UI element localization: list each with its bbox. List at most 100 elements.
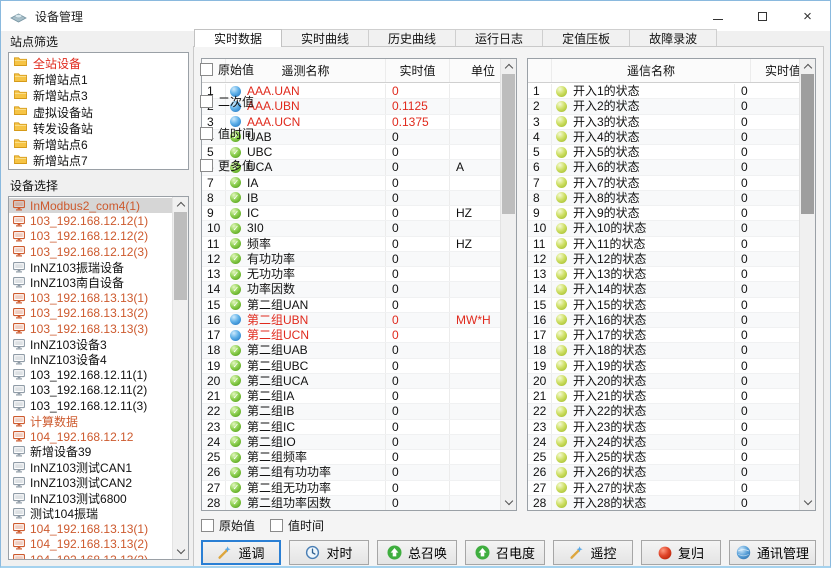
telesignal-value: 0 (741, 116, 748, 128)
scroll-down-button[interactable] (800, 495, 815, 510)
telemetry-filter-checkbox[interactable]: 值时间 (200, 125, 526, 142)
telesignal-row[interactable]: 11开入11的状态0 (528, 237, 799, 252)
command-button-5[interactable]: 遥控 (553, 540, 633, 565)
station-tree-item[interactable]: 新增站点3 (9, 88, 188, 104)
device-list-item[interactable]: InNZ103南自设备 (9, 275, 172, 290)
device-list-item[interactable]: InNZ103测试CAN2 (9, 475, 172, 490)
device-label: 104_192.168.12.12 (30, 430, 133, 444)
telesignal-value: 0 (741, 421, 748, 433)
command-button-6[interactable]: 复归 (641, 540, 721, 565)
device-list-item[interactable]: InModbus2_com4(1) (9, 198, 172, 213)
device-list-item[interactable]: InNZ103测试CAN1 (9, 460, 172, 475)
telesignal-row[interactable]: 7开入7的状态0 (528, 176, 799, 191)
lime-status-ball-icon (556, 330, 567, 341)
device-list-item[interactable]: 103_192.168.12.11(1) (9, 367, 172, 382)
telemetry-filter-checkbox[interactable]: 原始值 (200, 61, 526, 78)
telesignal-row[interactable]: 10开入10的状态0 (528, 221, 799, 236)
telesignal-row[interactable]: 16开入16的状态0 (528, 313, 799, 328)
lime-status-ball-icon (556, 192, 567, 203)
station-tree-item[interactable]: 新增站点6 (9, 136, 188, 152)
telesignal-value: 0 (741, 268, 748, 280)
telesignal-scrollbar[interactable] (799, 59, 815, 510)
telesignal-row[interactable]: 5开入5的状态0 (528, 145, 799, 160)
telemetry-filter-checkbox[interactable]: 更多值 (200, 157, 526, 174)
tab-1[interactable]: 实时数据 (194, 29, 282, 47)
maximize-button[interactable] (740, 1, 785, 31)
device-list-item[interactable]: 104_192.168.13.13(1) (9, 521, 172, 536)
telesignal-row[interactable]: 4开入4的状态0 (528, 130, 799, 145)
header-telesignal-name[interactable]: 遥信名称 (552, 59, 751, 82)
telesignal-row[interactable]: 3开入3的状态0 (528, 115, 799, 130)
device-list-item[interactable]: 测试104振瑞 (9, 506, 172, 521)
device-list-item[interactable]: 103_192.168.13.13(1) (9, 290, 172, 305)
tab-5[interactable]: 定值压板 (542, 29, 630, 47)
station-tree-item[interactable]: 虚拟设备站 (9, 104, 188, 120)
station-tree-item[interactable]: 新增站点7 (9, 153, 188, 169)
device-monitor-icon (13, 323, 25, 334)
telesignal-row[interactable]: 17开入17的状态0 (528, 328, 799, 343)
telesignal-row[interactable]: 21开入21的状态0 (528, 389, 799, 404)
scroll-up-button[interactable] (800, 59, 815, 74)
checkbox-box-icon (200, 63, 213, 76)
lime-status-ball-icon (556, 253, 567, 264)
telesignal-row[interactable]: 9开入9的状态0 (528, 206, 799, 221)
device-list-item[interactable]: InNZ103设备3 (9, 337, 172, 352)
telesignal-row[interactable]: 12开入12的状态0 (528, 252, 799, 267)
station-tree-item[interactable]: 转发设备站 (9, 120, 188, 136)
telesignal-row[interactable]: 20开入20的状态0 (528, 374, 799, 389)
telesignal-row[interactable]: 27开入27的状态0 (528, 481, 799, 496)
chevron-down-icon (176, 546, 184, 554)
folder-icon (14, 89, 27, 103)
minimize-button[interactable] (695, 1, 740, 31)
telesignal-name: 开入5的状态 (573, 146, 640, 158)
close-button[interactable]: × (785, 1, 830, 31)
telesignal-row[interactable]: 25开入25的状态0 (528, 450, 799, 465)
telesignal-row[interactable]: 2开入2的状态0 (528, 99, 799, 114)
command-button-7[interactable]: 通讯管理 (729, 540, 816, 565)
telesignal-row[interactable]: 6开入6的状态0 (528, 160, 799, 175)
telesignal-row[interactable]: 14开入14的状态0 (528, 282, 799, 297)
device-list-item[interactable]: 103_192.168.13.13(2) (9, 306, 172, 321)
scroll-down-button[interactable] (173, 544, 188, 559)
device-list-item[interactable]: InNZ103振瑞设备 (9, 260, 172, 275)
telesignal-row[interactable]: 24开入24的状态0 (528, 435, 799, 450)
device-list-item[interactable]: 103_192.168.12.12(3) (9, 244, 172, 259)
telesignal-row[interactable]: 13开入13的状态0 (528, 267, 799, 282)
scrollbar-track[interactable] (800, 74, 815, 495)
scroll-up-button[interactable] (173, 197, 188, 212)
device-list-item[interactable]: InNZ103测试6800 (9, 490, 172, 505)
telesignal-row[interactable]: 19开入19的状态0 (528, 359, 799, 374)
telesignal-row[interactable]: 1开入1的状态0 (528, 84, 799, 99)
device-list-item[interactable]: 新增设备39 (9, 444, 172, 459)
telesignal-row[interactable]: 22开入22的状态0 (528, 404, 799, 419)
telesignal-row[interactable]: 26开入26的状态0 (528, 465, 799, 480)
station-tree-item[interactable]: 新增站点1 (9, 71, 188, 87)
tab-6[interactable]: 故障录波 (629, 29, 717, 47)
telesignal-row[interactable]: 15开入15的状态0 (528, 298, 799, 313)
device-list-item[interactable]: 103_192.168.12.12(1) (9, 213, 172, 228)
tab-2[interactable]: 实时曲线 (281, 29, 369, 47)
device-list-item[interactable]: 103_192.168.12.11(2) (9, 383, 172, 398)
device-list-item[interactable]: 104_192.168.13.13(2) (9, 537, 172, 552)
device-list-item[interactable]: 104_192.168.12.12 (9, 429, 172, 444)
station-tree-item[interactable]: 全站设备 (9, 55, 188, 71)
tab-3[interactable]: 历史曲线 (368, 29, 456, 47)
telemetry-filter-checkbox[interactable]: 二次值 (200, 93, 526, 110)
device-list-item[interactable]: 103_192.168.12.11(3) (9, 398, 172, 413)
device-list-scrollbar[interactable] (172, 197, 188, 559)
device-list-item[interactable]: InNZ103设备4 (9, 352, 172, 367)
scrollbar-thumb[interactable] (174, 212, 187, 300)
scrollbar-track[interactable] (173, 212, 188, 544)
device-list-item[interactable]: 计算数据 (9, 413, 172, 428)
device-list-item[interactable]: 104_192.168.13.13(3) (9, 552, 172, 560)
scrollbar-thumb[interactable] (801, 74, 814, 214)
lime-status-ball-icon (556, 482, 567, 493)
telesignal-row[interactable]: 8开入8的状态0 (528, 191, 799, 206)
device-list-item[interactable]: 103_192.168.12.12(2) (9, 229, 172, 244)
telesignal-row[interactable]: 28开入28的状态0 (528, 496, 799, 510)
realtime-data-panel: 遥测名称 实时值 单位 1AAA.UAN02AAA.UBN0.11253AAA.… (193, 46, 824, 568)
device-list-item[interactable]: 103_192.168.13.13(3) (9, 321, 172, 336)
telesignal-row[interactable]: 23开入23的状态0 (528, 420, 799, 435)
tab-4[interactable]: 运行日志 (455, 29, 543, 47)
telesignal-row[interactable]: 18开入18的状态0 (528, 343, 799, 358)
